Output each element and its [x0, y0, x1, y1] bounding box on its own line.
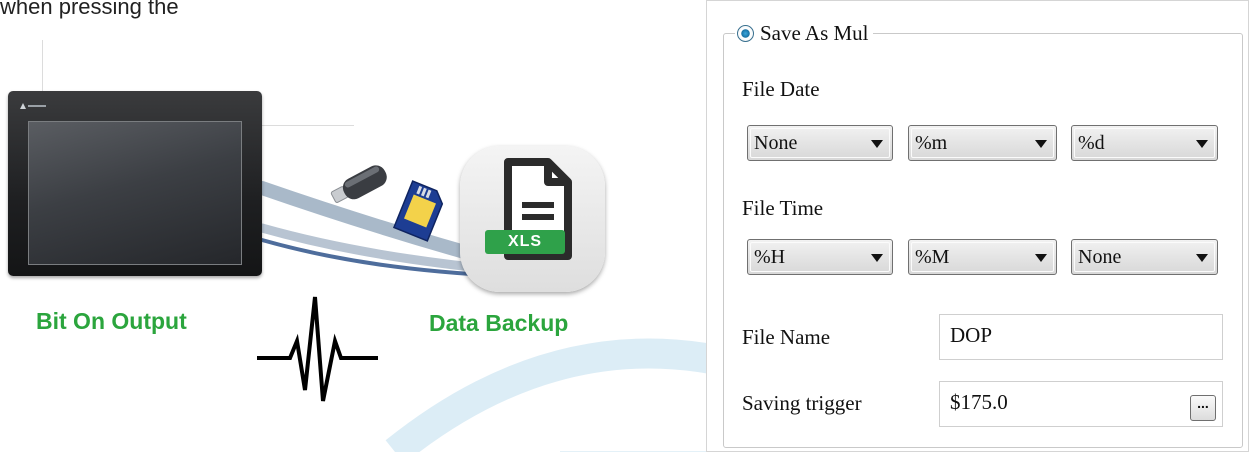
pulse-signal-icon: [257, 296, 378, 402]
saving-trigger-field[interactable]: [950, 390, 1170, 415]
dropdown-arrow-icon[interactable]: [871, 254, 883, 262]
radio-label: Save As Mul: [760, 21, 869, 45]
dropdown-arrow-icon[interactable]: [1196, 140, 1208, 148]
combo-value: None: [1078, 246, 1122, 268]
saving-trigger-label: Saving trigger: [742, 391, 862, 415]
combo-value: %d: [1078, 132, 1105, 154]
dropdown-arrow-icon[interactable]: [1196, 254, 1208, 262]
dropdown-arrow-icon[interactable]: [1035, 254, 1047, 262]
xls-file-icon: XLS: [460, 146, 605, 292]
file-time-label: File Time: [742, 196, 824, 220]
delta-logo-icon: [20, 103, 46, 109]
save-settings-panel: Save As Mul File Date None %m %d File Ti…: [706, 0, 1249, 452]
dropdown-arrow-icon[interactable]: [871, 140, 883, 148]
file-time-hour-select[interactable]: %H: [747, 239, 893, 275]
xls-badge: XLS: [485, 230, 565, 254]
file-time-second-select[interactable]: None: [1071, 239, 1218, 275]
file-date-day-select[interactable]: %d: [1071, 125, 1218, 161]
saving-trigger-input[interactable]: ...: [939, 381, 1223, 427]
radio-selected-icon[interactable]: [737, 25, 754, 42]
file-name-label: File Name: [742, 325, 831, 349]
combo-value: %H: [754, 246, 786, 268]
file-name-input[interactable]: [939, 314, 1223, 360]
file-date-month-select[interactable]: %m: [908, 125, 1057, 161]
file-time-minute-select[interactable]: %M: [908, 239, 1057, 275]
dropdown-arrow-icon[interactable]: [1035, 140, 1047, 148]
file-date-label: File Date: [742, 77, 820, 101]
combo-value: %m: [915, 132, 948, 154]
usb-drive-icon: [330, 165, 387, 203]
save-as-mul-radio[interactable]: Save As Mul: [735, 21, 873, 46]
file-date-year-select[interactable]: None: [747, 125, 893, 161]
data-backup-label: Data Backup: [429, 310, 569, 336]
bit-on-output-label: Bit On Output: [36, 308, 187, 334]
combo-value: None: [754, 132, 798, 154]
hmi-screen: [28, 121, 242, 265]
file-name-field[interactable]: [950, 323, 1150, 348]
hmi-device-image: [8, 91, 262, 276]
browse-button[interactable]: ...: [1190, 395, 1216, 421]
sd-card-icon: [392, 180, 444, 242]
combo-value: %M: [915, 246, 950, 268]
